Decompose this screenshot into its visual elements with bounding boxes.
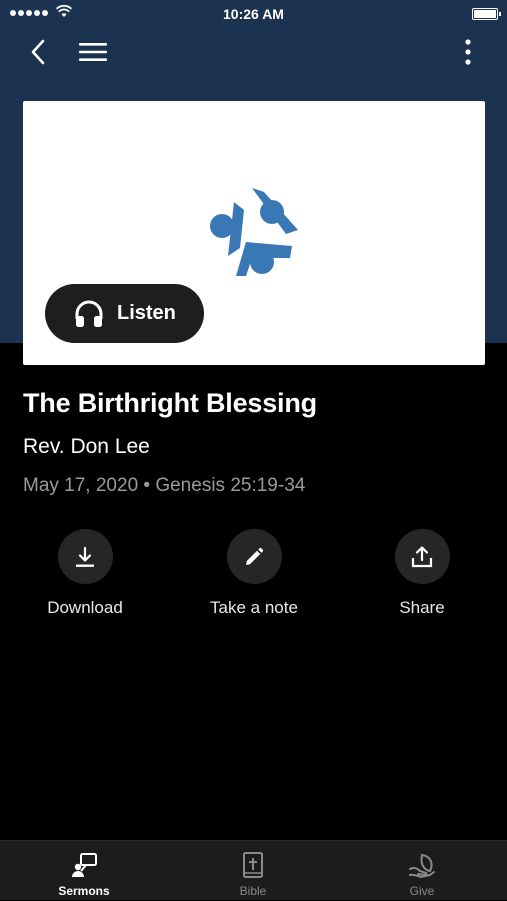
tab-sermons[interactable]: Sermons <box>24 841 144 901</box>
bible-icon <box>193 849 313 881</box>
hamburger-icon <box>79 43 107 61</box>
give-icon <box>362 849 482 881</box>
battery-icon <box>472 8 501 20</box>
sermon-meta: May 17, 2020 • Genesis 25:19-34 <box>23 475 306 496</box>
church-logo-icon <box>210 188 298 276</box>
back-button[interactable] <box>22 36 54 68</box>
tab-bar: Sermons Bible Give <box>0 840 507 900</box>
tab-bible[interactable]: Bible <box>193 841 313 901</box>
sermon-speaker: Rev. Don Lee <box>23 435 150 458</box>
share-button[interactable]: Share <box>352 529 492 618</box>
download-label: Download <box>47 598 123 617</box>
pencil-icon <box>226 529 282 584</box>
more-options-button[interactable] <box>454 36 482 68</box>
menu-button[interactable] <box>76 36 110 68</box>
chevron-left-icon <box>31 39 45 65</box>
tab-sermons-label: Sermons <box>58 884 110 898</box>
share-label: Share <box>399 598 445 617</box>
take-note-label: Take a note <box>210 598 298 617</box>
status-bar: 10:26 AM <box>0 0 507 28</box>
tab-give-label: Give <box>409 884 435 898</box>
status-time: 10:26 AM <box>223 6 284 22</box>
tab-give[interactable]: Give <box>362 841 482 901</box>
download-icon <box>57 529 113 584</box>
share-icon <box>394 529 450 584</box>
listen-button[interactable]: Listen <box>45 284 204 343</box>
tab-bible-label: Bible <box>239 884 267 898</box>
download-button[interactable]: Download <box>15 529 155 618</box>
take-note-button[interactable]: Take a note <box>184 529 324 618</box>
vertical-dots-icon <box>465 39 471 65</box>
sermons-icon <box>24 849 144 881</box>
sermon-title: The Birthright Blessing <box>23 388 317 418</box>
listen-label: Listen <box>117 302 176 324</box>
headphones-icon <box>74 299 104 329</box>
